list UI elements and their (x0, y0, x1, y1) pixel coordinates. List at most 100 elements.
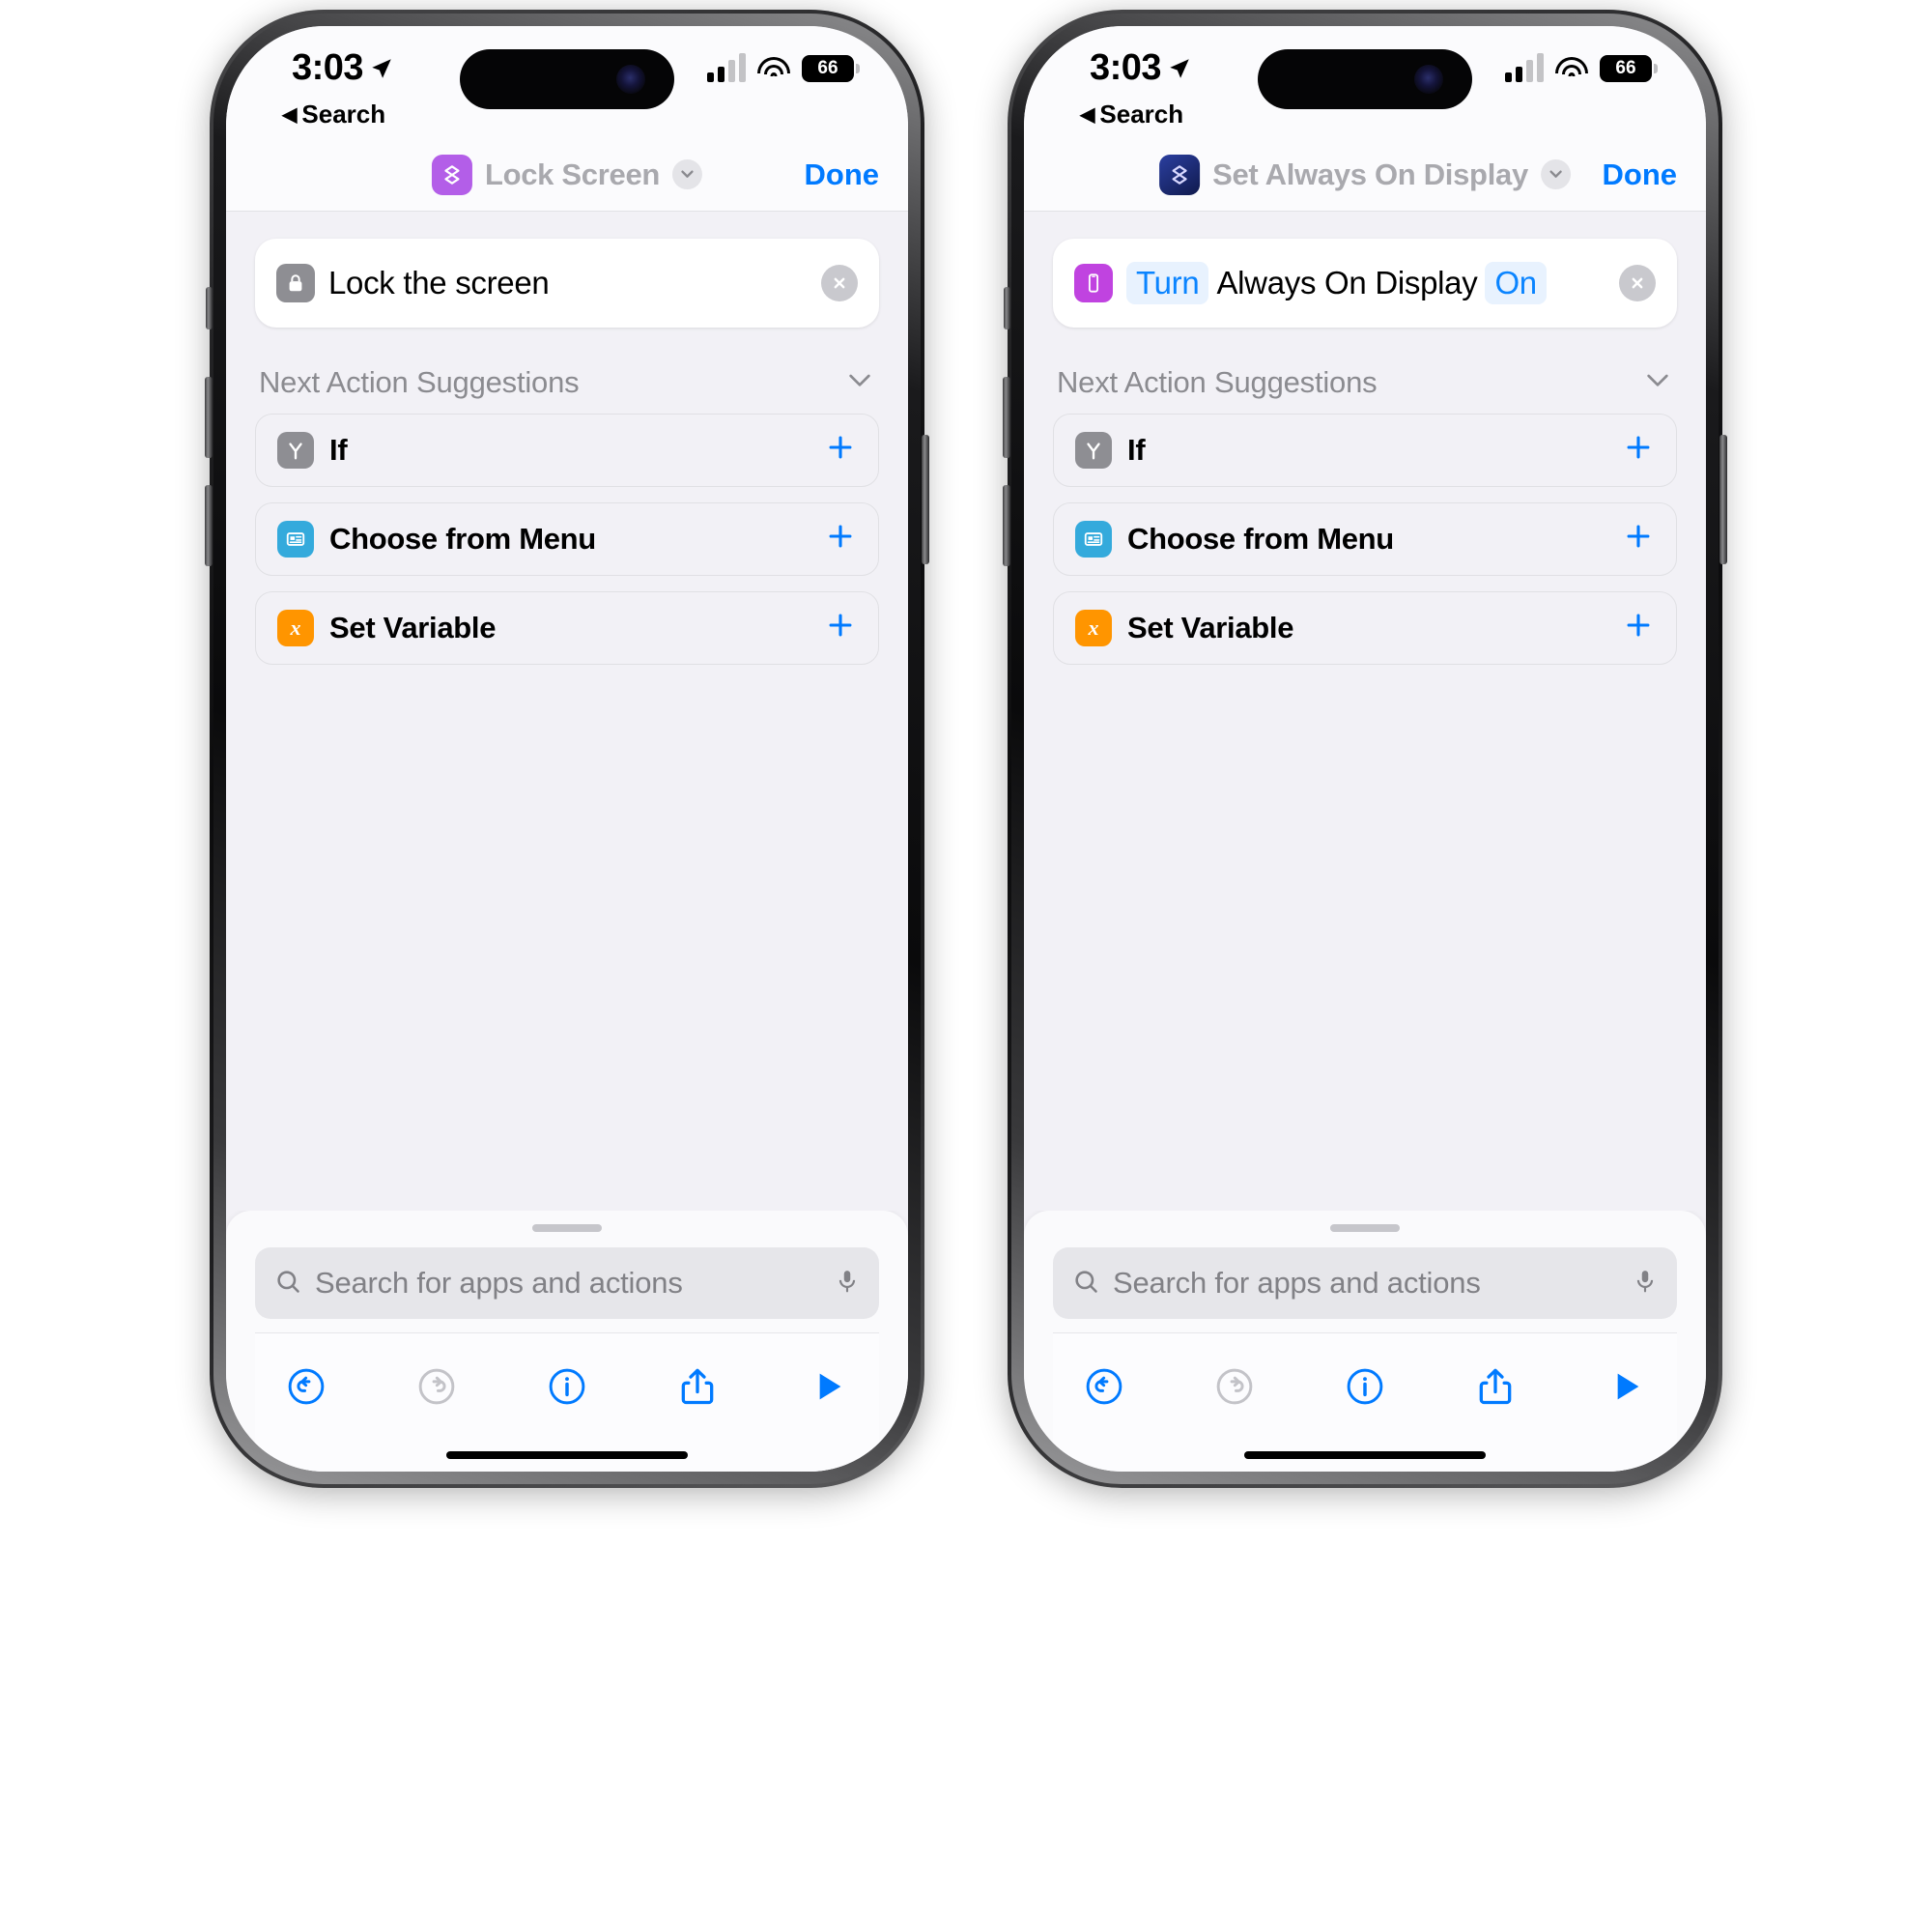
sheet-grabber[interactable] (532, 1224, 602, 1232)
chevron-down-icon[interactable] (844, 364, 875, 400)
menu-card-icon (277, 521, 314, 558)
sheet-grabber[interactable] (1330, 1224, 1400, 1232)
suggestions-header-label: Next Action Suggestions (1057, 364, 1378, 399)
cellular-signal-icon (1505, 53, 1544, 82)
suggestions-header-row[interactable]: Next Action Suggestions (259, 364, 875, 400)
suggestion-label: Choose from Menu (1127, 522, 1394, 556)
home-indicator (255, 1439, 879, 1472)
variable-x-icon: x (277, 610, 314, 646)
wifi-icon (757, 57, 790, 82)
info-icon[interactable] (533, 1353, 601, 1420)
search-bar[interactable]: Search for apps and actions (1053, 1247, 1677, 1319)
suggestions-header-row[interactable]: Next Action Suggestions (1057, 364, 1673, 400)
suggestion-row-if[interactable]: If (255, 414, 879, 487)
if-branch-icon (1075, 432, 1112, 469)
volume-up-button[interactable] (205, 377, 213, 458)
shortcut-editor-content: Lock the screen Next Action Suggestions (226, 212, 908, 1211)
shortcut-editor-content: Turn Always On Display On Next Action Su… (1024, 212, 1706, 1211)
back-to-search-button[interactable]: ◀ Search (282, 100, 385, 129)
chevron-down-icon[interactable] (1642, 364, 1673, 400)
volume-up-button[interactable] (1003, 377, 1010, 458)
microphone-icon[interactable] (835, 1269, 860, 1299)
suggestion-row-choose-from-menu[interactable]: Choose from Menu (255, 502, 879, 576)
variable-x-icon: x (1075, 610, 1112, 646)
status-indicators: 66 (707, 53, 860, 82)
action-text: Turn Always On Display On (1126, 262, 1547, 304)
back-triangle-icon: ◀ (1080, 103, 1095, 126)
search-icon (1072, 1268, 1099, 1300)
workflow-title-group[interactable]: Set Always On Display (1159, 154, 1571, 195)
dynamic-island (460, 49, 674, 109)
share-icon[interactable] (1462, 1353, 1529, 1420)
plus-icon[interactable] (824, 518, 857, 560)
chevron-down-icon[interactable] (672, 159, 703, 189)
suggestion-row-set-variable[interactable]: x Set Variable (1053, 591, 1677, 665)
suggestion-row-set-variable[interactable]: x Set Variable (255, 591, 879, 665)
undo-icon[interactable] (272, 1353, 340, 1420)
play-icon[interactable] (794, 1353, 862, 1420)
power-button[interactable] (922, 435, 929, 564)
search-icon (274, 1268, 301, 1300)
status-bar: 3:03 ◀ Search 66 (1024, 26, 1706, 138)
action-card-always-on-display[interactable]: Turn Always On Display On (1053, 239, 1677, 328)
suggestion-label: Set Variable (329, 611, 497, 644)
dynamic-island (1258, 49, 1472, 109)
suggestion-label: Set Variable (1127, 611, 1294, 644)
workflow-title-group[interactable]: Lock Screen (431, 154, 703, 195)
plus-icon[interactable] (1622, 607, 1655, 649)
editor-toolbar (255, 1332, 879, 1439)
back-triangle-icon: ◀ (282, 103, 298, 126)
suggestion-label: Choose from Menu (329, 522, 596, 556)
action-card-lock-screen[interactable]: Lock the screen (255, 239, 879, 328)
clear-circle-icon[interactable] (1619, 265, 1656, 301)
status-time-label: 3:03 (292, 47, 364, 88)
clear-circle-icon[interactable] (821, 265, 858, 301)
redo-icon[interactable] (1201, 1353, 1268, 1420)
battery-level-label: 66 (817, 58, 838, 78)
wifi-icon (1555, 57, 1588, 82)
power-button[interactable] (1719, 435, 1727, 564)
action-token-turn[interactable]: Turn (1126, 262, 1209, 304)
chevron-down-icon[interactable] (1540, 159, 1571, 189)
home-indicator (1053, 1439, 1677, 1472)
bottom-sheet: Search for apps and actions (226, 1211, 908, 1472)
volume-down-button[interactable] (1003, 485, 1010, 566)
plus-icon[interactable] (824, 607, 857, 649)
bottom-sheet: Search for apps and actions (1024, 1211, 1706, 1472)
plus-icon[interactable] (1622, 518, 1655, 560)
redo-icon[interactable] (403, 1353, 470, 1420)
suggestion-row-if[interactable]: If (1053, 414, 1677, 487)
search-bar[interactable]: Search for apps and actions (255, 1247, 879, 1319)
location-arrow-icon (1170, 58, 1189, 78)
cellular-signal-icon (707, 53, 746, 82)
info-icon[interactable] (1331, 1353, 1399, 1420)
workflow-title: Lock Screen (484, 157, 661, 191)
status-time: 3:03 (1090, 47, 1192, 89)
search-placeholder: Search for apps and actions (315, 1266, 683, 1300)
back-label: Search (301, 100, 386, 129)
battery-icon: 66 (802, 55, 860, 82)
battery-level-label: 66 (1615, 58, 1636, 78)
plus-icon[interactable] (824, 429, 857, 472)
navigation-bar: Lock Screen Done (226, 138, 908, 212)
done-button[interactable]: Done (1603, 157, 1678, 192)
microphone-icon[interactable] (1633, 1269, 1658, 1299)
silent-switch[interactable] (206, 287, 213, 329)
search-placeholder: Search for apps and actions (1113, 1266, 1481, 1300)
status-indicators: 66 (1505, 53, 1658, 82)
suggestion-row-choose-from-menu[interactable]: Choose from Menu (1053, 502, 1677, 576)
undo-icon[interactable] (1070, 1353, 1138, 1420)
back-to-search-button[interactable]: ◀ Search (1080, 100, 1183, 129)
action-token-state[interactable]: On (1485, 262, 1547, 304)
done-button[interactable]: Done (805, 157, 880, 192)
iphone-device-left: 3:03 ◀ Search 66 Lock Screen Done Lock t… (205, 10, 929, 1488)
iphone-device-right: 3:03 ◀ Search 66 Set Always On Display D… (1003, 10, 1727, 1488)
share-icon[interactable] (664, 1353, 731, 1420)
play-icon[interactable] (1592, 1353, 1660, 1420)
silent-switch[interactable] (1004, 287, 1010, 329)
plus-icon[interactable] (1622, 429, 1655, 472)
volume-down-button[interactable] (205, 485, 213, 566)
navigation-bar: Set Always On Display Done (1024, 138, 1706, 212)
screenshot-stage: 3:03 ◀ Search 66 Lock Screen Done Lock t… (0, 0, 1932, 1917)
workflow-title: Set Always On Display (1212, 157, 1528, 191)
